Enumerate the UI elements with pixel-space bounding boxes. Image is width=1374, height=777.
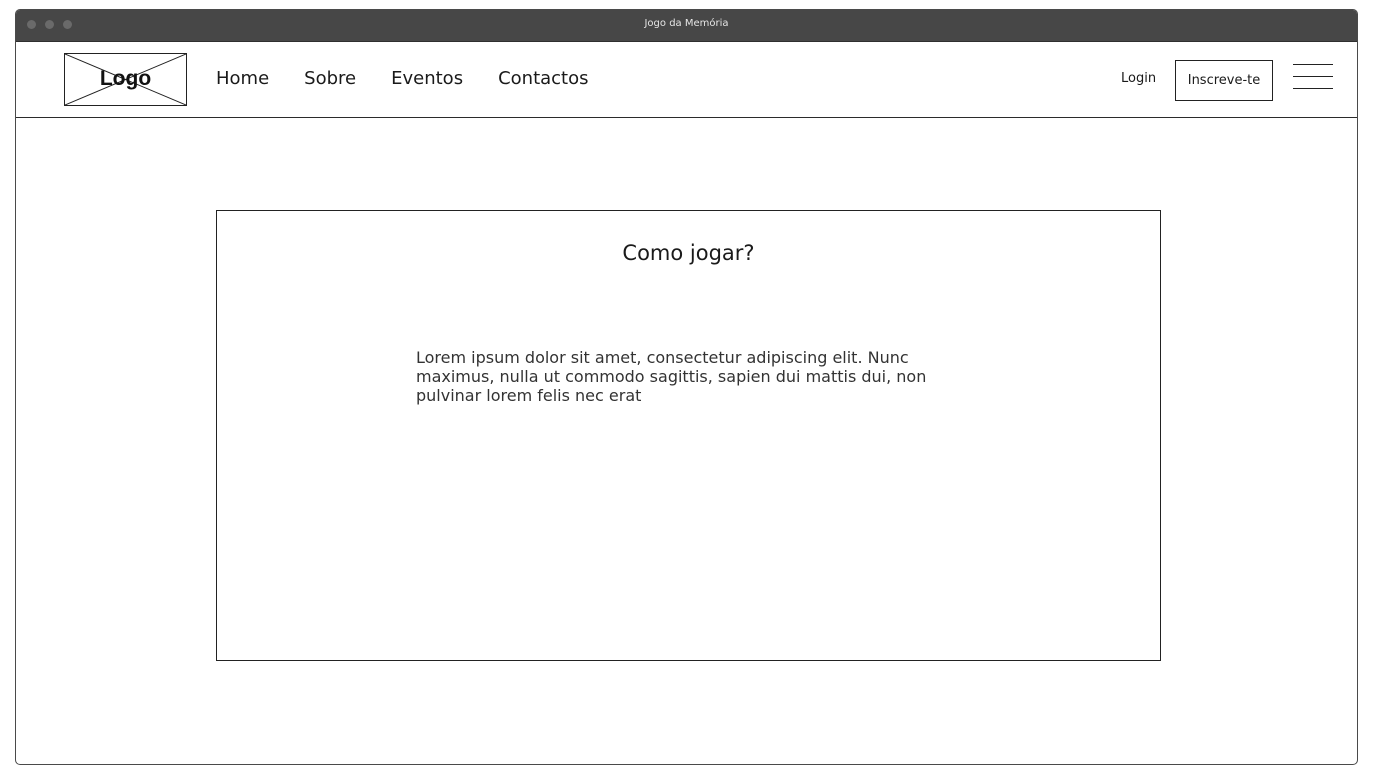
window-title: Jogo da Memória: [644, 18, 729, 29]
nav-link-sobre[interactable]: Sobre: [304, 68, 356, 89]
hamburger-line: [1293, 88, 1333, 89]
signup-button[interactable]: Inscreve-te: [1175, 60, 1273, 101]
main-nav: Home Sobre Eventos Contactos: [216, 68, 589, 89]
login-link[interactable]: Login: [1121, 71, 1156, 86]
title-bar: Jogo da Memória: [16, 10, 1357, 42]
panel-title: Como jogar?: [622, 241, 755, 265]
how-to-play-panel: Como jogar? Lorem ipsum dolor sit amet, …: [216, 210, 1161, 661]
navbar: Logo Home Sobre Eventos Contactos Login …: [16, 42, 1357, 118]
nav-link-home[interactable]: Home: [216, 68, 269, 89]
nav-link-eventos[interactable]: Eventos: [391, 68, 463, 89]
nav-link-contactos[interactable]: Contactos: [498, 68, 588, 89]
logo-text: Logo: [99, 67, 152, 90]
hamburger-line: [1293, 64, 1333, 65]
browser-window: Jogo da Memória Logo Home Sobre Eventos …: [15, 9, 1358, 765]
hamburger-menu-icon[interactable]: [1293, 64, 1333, 92]
panel-body-text: Lorem ipsum dolor sit amet, consectetur …: [416, 348, 927, 405]
hamburger-line: [1293, 76, 1333, 77]
logo-placeholder[interactable]: Logo: [64, 53, 187, 106]
